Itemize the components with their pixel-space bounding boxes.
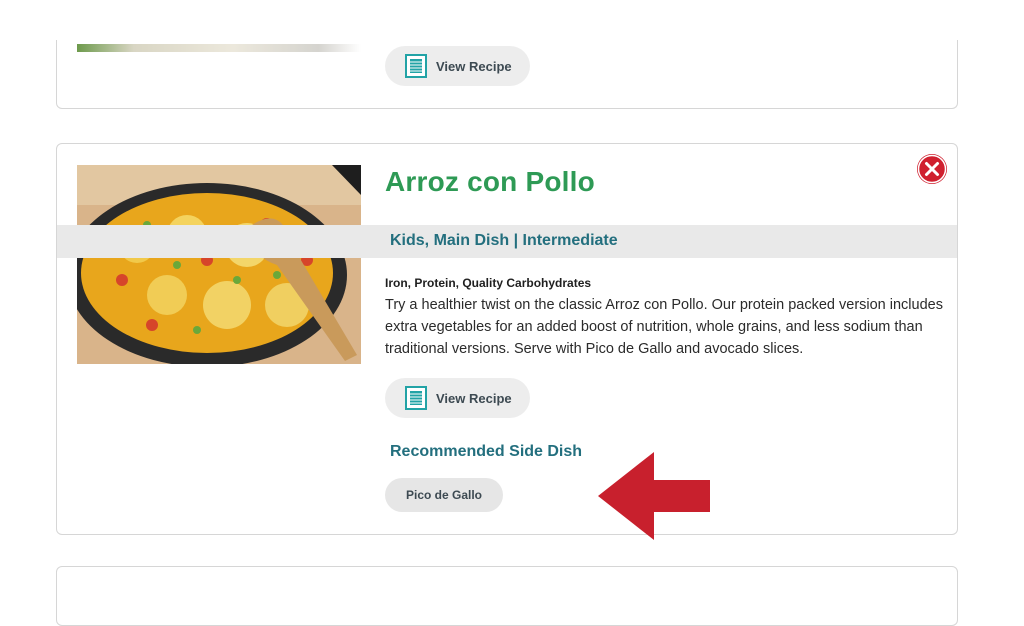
previous-recipe-card: View Recipe [56,40,958,109]
recipe-title: Arroz con Pollo [385,166,595,197]
side-dish-pill[interactable]: Pico de Gallo [385,478,503,512]
view-recipe-label: View Recipe [436,390,512,406]
previous-recipe-photo [77,44,361,52]
recipe-photo [77,165,361,364]
side-dish-heading: Recommended Side Dish [390,443,583,460]
recipe-description: Try a healthier twist on the classic Arr… [385,297,943,357]
close-icon [917,154,947,184]
arrow-left-icon [598,452,710,540]
view-recipe-button[interactable]: View Recipe [385,378,530,418]
document-icon [405,54,427,78]
recipe-card: Arroz con Pollo Kids, Main Dish | Interm… [56,143,958,535]
document-icon [405,386,427,410]
view-recipe-button-previous[interactable]: View Recipe [385,46,530,86]
recipe-nutrients: Iron, Protein, Quality Carbohydrates [385,276,592,290]
view-recipe-label: View Recipe [436,58,512,74]
recipe-categories: Kids, Main Dish | Intermediate [390,232,618,249]
category-bar: Kids, Main Dish | Intermediate [57,225,957,258]
next-recipe-card [56,566,958,626]
close-button[interactable] [917,154,947,184]
